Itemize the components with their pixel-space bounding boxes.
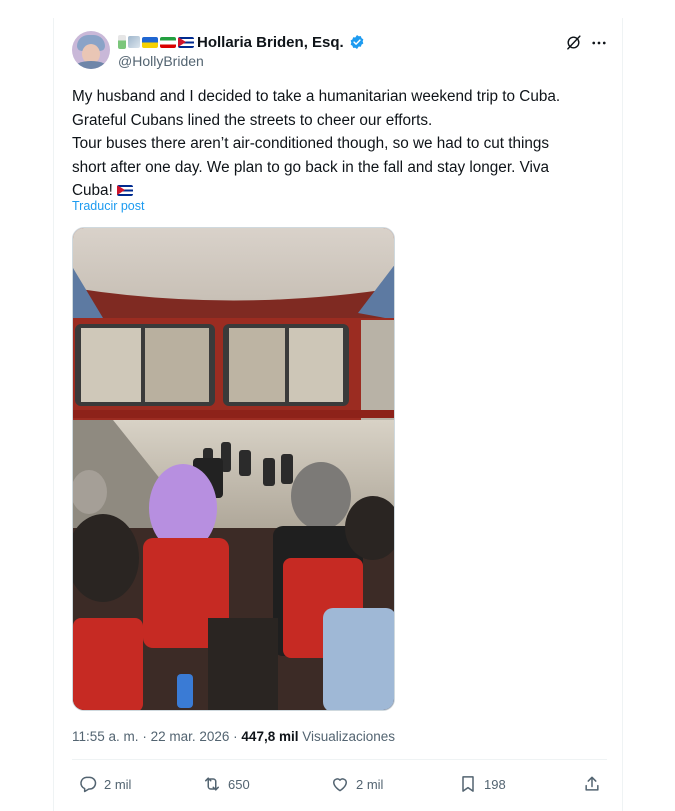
translate-post-link[interactable]: Traducir post bbox=[72, 199, 144, 213]
more-icon[interactable] bbox=[590, 34, 608, 52]
share-button[interactable] bbox=[582, 774, 602, 794]
flag-cuba-icon bbox=[178, 36, 194, 48]
post-text-line: My husband and I decided to take a human… bbox=[72, 88, 561, 105]
bookmark-button[interactable]: 198 bbox=[458, 774, 506, 794]
avatar[interactable] bbox=[72, 31, 110, 69]
post-text-line: short after one day. We plan to go back … bbox=[72, 158, 550, 176]
post-date[interactable]: 22 mar. 2026 bbox=[151, 729, 230, 744]
bookmark-icon bbox=[462, 776, 474, 792]
flag-cuba-icon bbox=[117, 185, 134, 196]
author-handle[interactable]: @HollyBriden bbox=[118, 53, 204, 69]
post-text-line-last: Cuba! bbox=[72, 179, 612, 203]
repost-button[interactable]: 650 bbox=[202, 774, 250, 794]
repost-icon bbox=[205, 777, 219, 791]
syringe-emoji-icon bbox=[118, 35, 126, 49]
meta-separator: · bbox=[142, 729, 147, 744]
vaccine-emoji-icon bbox=[128, 36, 140, 48]
flag-iran-icon bbox=[160, 36, 176, 48]
like-button[interactable]: 2 mil bbox=[330, 774, 383, 794]
verified-badge-icon[interactable] bbox=[349, 34, 365, 50]
author-name-row[interactable]: Hollaria Briden, Esq. bbox=[118, 32, 365, 52]
like-count: 2 mil bbox=[356, 776, 384, 792]
share-icon bbox=[585, 776, 599, 791]
views-count: 447,8 mil bbox=[241, 729, 299, 744]
photo-tour-bus-interior bbox=[73, 228, 394, 710]
post-text-last-words: Cuba! bbox=[72, 182, 113, 199]
reply-count: 2 mil bbox=[104, 776, 132, 792]
reply-icon bbox=[80, 776, 97, 793]
reply-button[interactable]: 2 mil bbox=[78, 774, 131, 794]
repost-count: 650 bbox=[228, 776, 250, 792]
post-meta: 11:55 a. m. · 22 mar. 2026 · 447,8 mil V… bbox=[72, 729, 395, 744]
post-photo[interactable] bbox=[72, 227, 395, 711]
flag-ukraine-icon bbox=[142, 36, 158, 48]
post-time[interactable]: 11:55 a. m. bbox=[72, 729, 139, 744]
grok-icon[interactable] bbox=[565, 34, 582, 51]
action-bar: 2 mil 650 2 mil 198 bbox=[72, 774, 607, 798]
heart-icon bbox=[333, 778, 347, 792]
bookmark-count: 198 bbox=[484, 776, 506, 792]
views-label: Visualizaciones bbox=[302, 729, 396, 744]
post-text-line: Tour buses there aren’t air-conditioned … bbox=[72, 135, 550, 152]
meta-separator: · bbox=[233, 729, 238, 744]
post-text-line: Grateful Cubans lined the streets to che… bbox=[72, 111, 433, 129]
post-text: My husband and I decided to take a human… bbox=[72, 85, 612, 203]
author-display-name[interactable]: Hollaria Briden, Esq. bbox=[197, 34, 344, 51]
divider bbox=[72, 759, 607, 760]
